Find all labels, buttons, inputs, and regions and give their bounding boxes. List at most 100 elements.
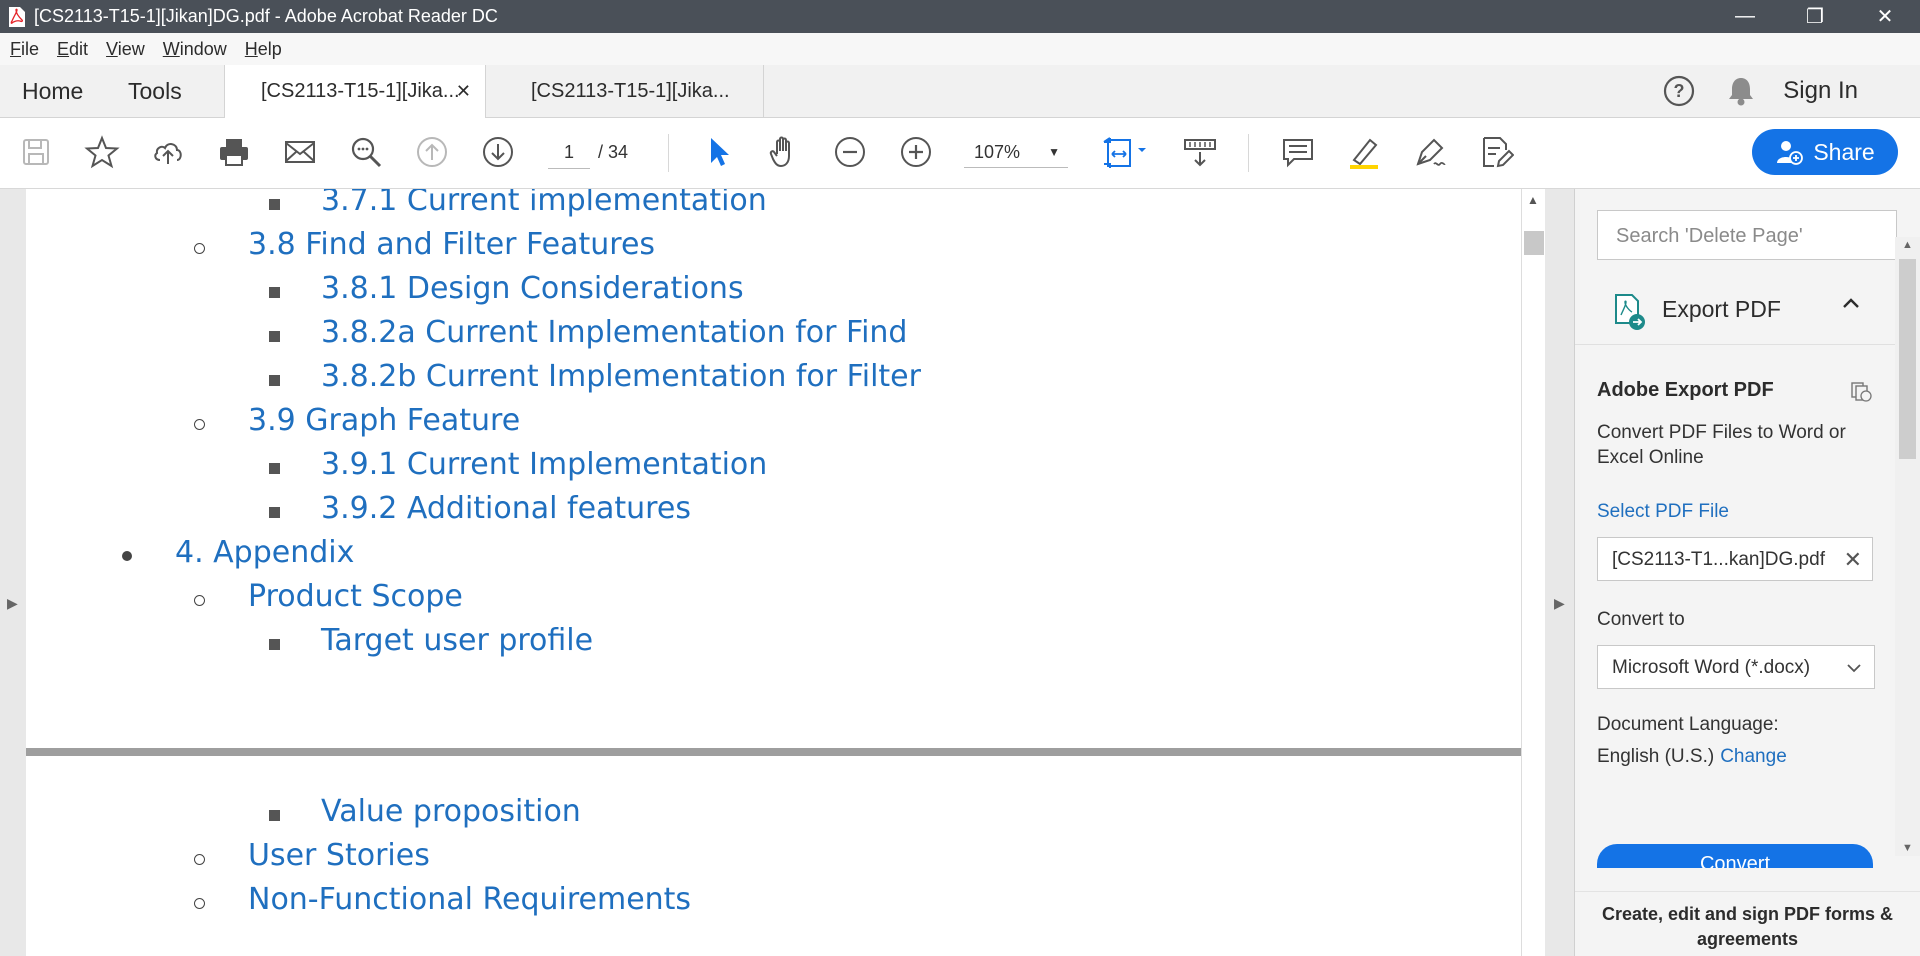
sign-in-link[interactable]: Sign In	[1783, 65, 1858, 117]
tab-document-2[interactable]: [CS2113-T15-1][Jika...	[485, 65, 764, 117]
tab-document-label: [CS2113-T15-1][Jika...	[261, 80, 460, 102]
toc-link[interactable]: 3.8.2b Current Implementation for Filter	[321, 359, 921, 394]
selected-file-field[interactable]: [CS2113-T1...kan]DG.pdf ✕	[1597, 537, 1873, 581]
menu-help[interactable]: Help	[245, 39, 282, 60]
zoom-level-value: 107%	[974, 142, 1021, 162]
remove-file-icon[interactable]: ✕	[1844, 538, 1862, 582]
expand-left-icon: ▶	[7, 595, 18, 611]
sign-button[interactable]	[1410, 132, 1450, 172]
toc-link[interactable]: Product Scope	[248, 579, 463, 614]
previous-page-button[interactable]	[412, 132, 452, 172]
promo-footer: Create, edit and sign PDF forms & agreem…	[1575, 891, 1920, 956]
scroll-mode-button[interactable]	[1180, 132, 1220, 172]
zoom-out-button[interactable]	[830, 132, 870, 172]
toc-bullet-square	[269, 639, 280, 650]
menu-file[interactable]: File	[10, 39, 39, 60]
page-number-input[interactable]: 1	[548, 136, 590, 169]
tools-pane: Search 'Delete Page' Export PDF Adobe Ex…	[1575, 189, 1920, 956]
tools-pane-scrollbar[interactable]: ▲ ▼	[1895, 237, 1920, 856]
zoom-level-dropdown[interactable]: 107% ▼	[964, 136, 1068, 168]
share-button[interactable]: Share	[1752, 129, 1898, 175]
toc-link[interactable]: Value proposition	[321, 794, 581, 829]
help-icon: ?	[1663, 75, 1695, 107]
star-icon	[84, 135, 120, 169]
scroll-up-icon[interactable]: ▲	[1527, 193, 1539, 207]
chevron-up-icon[interactable]	[1841, 293, 1861, 313]
toc-bullet-square	[269, 287, 280, 298]
scrollbar-thumb[interactable]	[1899, 259, 1916, 459]
hand-tool-button[interactable]	[764, 132, 804, 172]
restore-button[interactable]: ❐	[1780, 0, 1850, 33]
toc-link[interactable]: 3.9.2 Additional features	[321, 491, 691, 526]
upload-cloud-button[interactable]	[148, 132, 188, 172]
print-button[interactable]	[214, 132, 254, 172]
convert-format-select[interactable]: Microsoft Word (*.docx)	[1597, 645, 1875, 689]
tools-search-input[interactable]: Search 'Delete Page'	[1597, 210, 1897, 260]
toc-link[interactable]: Non-Functional Requirements	[248, 882, 691, 917]
tab-home[interactable]: Home	[22, 65, 83, 117]
save-button[interactable]	[16, 132, 56, 172]
scroll-up-icon[interactable]: ▲	[1902, 239, 1913, 251]
toc-link[interactable]: User Stories	[248, 838, 430, 873]
close-window-button[interactable]: ✕	[1850, 0, 1920, 33]
menu-window[interactable]: Window	[163, 39, 227, 60]
toc-link[interactable]: 3.9.1 Current Implementation	[321, 447, 767, 482]
scrollbar-thumb[interactable]	[1524, 231, 1544, 255]
change-language-link[interactable]: Change	[1720, 746, 1787, 767]
notifications-button[interactable]	[1726, 65, 1756, 117]
scroll-down-icon[interactable]: ▼	[1902, 842, 1913, 854]
page-scroll-icon	[1184, 139, 1216, 167]
document-scrollbar[interactable]: ▲	[1521, 189, 1546, 956]
toc-bullet-circle	[194, 854, 205, 865]
select-pdf-file-link[interactable]: Select PDF File	[1597, 501, 1729, 523]
tab-tools[interactable]: Tools	[128, 65, 182, 117]
svg-text:?: ?	[1674, 81, 1685, 101]
email-button[interactable]	[280, 132, 320, 172]
toc-link[interactable]: 3.9 Graph Feature	[248, 403, 520, 438]
menu-view[interactable]: View	[106, 39, 145, 60]
select-tool-button[interactable]	[698, 132, 738, 172]
toc-bullet-square	[269, 463, 280, 474]
bookmark-star-button[interactable]	[82, 132, 122, 172]
next-page-button[interactable]	[478, 132, 518, 172]
toc-link[interactable]: 3.8.2a Current Implementation for Find	[321, 315, 907, 350]
close-tab-icon[interactable]: ✕	[456, 65, 471, 117]
highlight-button[interactable]	[1344, 132, 1384, 172]
right-pane-toggle[interactable]: ▶	[1545, 189, 1575, 956]
toc-link[interactable]: 3.8 Find and Filter Features	[248, 227, 655, 262]
minimize-button[interactable]: —	[1710, 0, 1780, 33]
title-bar: [CS2113-T15-1][Jikan]DG.pdf - Adobe Acro…	[0, 0, 1920, 33]
toc-link[interactable]: 4. Appendix	[175, 535, 354, 570]
zoom-search-icon	[351, 137, 382, 168]
edit-document-icon	[1483, 137, 1514, 168]
toc-bullet-square	[269, 199, 280, 210]
toolbar: 1 / 34 107% ▼ Share	[0, 118, 1920, 189]
toc-bullet-square	[269, 331, 280, 342]
fit-page-button[interactable]	[1098, 132, 1154, 172]
document-language-value: English (U.S.)	[1597, 746, 1715, 767]
comment-button[interactable]	[1278, 132, 1318, 172]
save-icon	[23, 139, 49, 165]
find-button[interactable]	[346, 132, 386, 172]
fill-sign-button[interactable]	[1476, 132, 1516, 172]
toc-link[interactable]: 3.7.1 Current implementation	[321, 189, 767, 218]
document-view[interactable]: 3.7.1 Current implementation 3.8 Find and…	[26, 189, 1521, 956]
bell-icon	[1729, 78, 1753, 106]
toc-bullet-square	[269, 810, 280, 821]
toolbar-divider	[668, 134, 669, 172]
plus-circle-icon	[901, 137, 931, 167]
export-pdf-header[interactable]: Export PDF	[1575, 283, 1895, 343]
arrow-down-circle-icon	[483, 137, 513, 167]
envelope-icon	[285, 141, 315, 163]
chevron-down-icon: ▼	[1048, 145, 1060, 159]
toc-link[interactable]: Target user profile	[321, 623, 593, 658]
toc-link[interactable]: 3.8.1 Design Considerations	[321, 271, 744, 306]
convert-button[interactable]: Convert	[1597, 844, 1873, 868]
help-button[interactable]: ?	[1662, 65, 1696, 117]
tab-document-active[interactable]: [CS2113-T15-1][Jika... ✕	[224, 65, 486, 118]
chevron-down-icon	[1847, 664, 1861, 673]
left-pane-toggle[interactable]: ▶	[0, 189, 26, 956]
menu-edit[interactable]: Edit	[57, 39, 88, 60]
export-pdf-icon	[1615, 294, 1645, 330]
zoom-in-button[interactable]	[896, 132, 936, 172]
